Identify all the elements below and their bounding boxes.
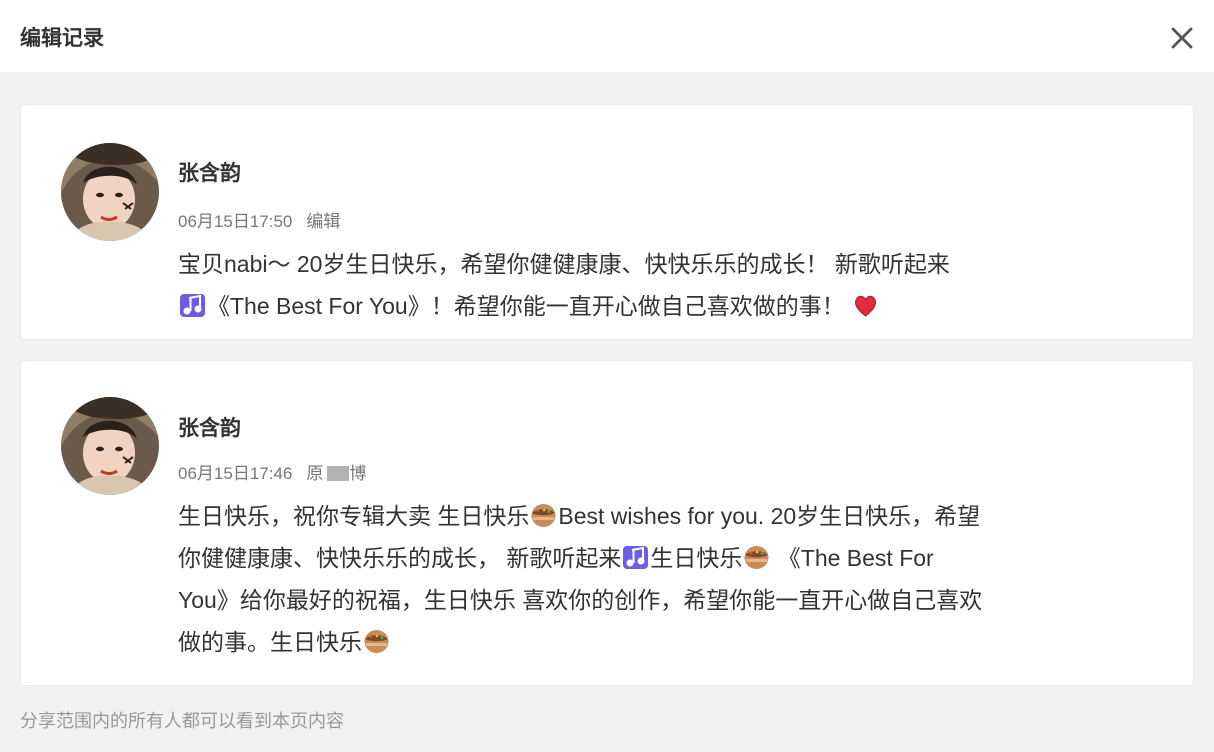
record-time: 06月15日17:50 <box>178 212 293 231</box>
record-tag: 编辑 <box>306 212 341 231</box>
record-tag-tail: 博 <box>349 464 367 483</box>
content-line: You》给你最好的祝福，生日快乐 喜欢你的创作，希望你能一直开心做自己喜欢 <box>178 587 983 613</box>
record-time: 06月15日17:46 <box>178 464 293 483</box>
content-line: 生日快乐，祝你专辑大卖 生日快乐 Best wishes for you. 20岁… <box>178 495 1168 537</box>
author-name[interactable]: 张含韵 <box>178 412 241 442</box>
post-content: 生日快乐，祝你专辑大卖 生日快乐 Best wishes for you. 20岁… <box>178 495 1168 663</box>
content-line: 宝贝nabi～ 20岁生日快乐，希望你健健康康、快快乐乐的成长！ 新歌听起来 <box>178 251 950 277</box>
content-text: 做的事。生日快乐 <box>178 629 362 655</box>
author-name[interactable]: 张含韵 <box>178 157 241 187</box>
content-text: 《The Best For <box>771 545 934 571</box>
record-meta: 06月15日17:50 编辑 <box>178 207 340 232</box>
redaction-mark <box>327 466 350 481</box>
record-meta: 06月15日17:46 原 博 <box>178 459 366 484</box>
cake-icon <box>363 628 390 655</box>
music-icon <box>622 544 649 571</box>
close-icon[interactable] <box>1168 24 1196 52</box>
share-scope-note: 分享范围内的所有人都可以看到本页内容 <box>20 711 344 732</box>
dialog-header: 编辑记录 <box>0 0 1214 72</box>
music-icon <box>179 292 206 319</box>
edit-record-card: 张含韵 06月15日17:46 原 博 生日快乐，祝你专辑大卖 生日快乐 Best w… <box>21 361 1193 685</box>
cake-icon <box>530 502 557 529</box>
dialog-title: 编辑记录 <box>20 26 104 50</box>
content-line: 《The Best For You》！希望你能一直开心做自己喜欢做的事！ <box>178 285 1168 327</box>
content-line: 做的事。生日快乐 <box>178 621 1168 663</box>
content-text: 生日快乐，祝你专辑大卖 生日快乐 <box>178 503 530 529</box>
cake-icon <box>743 544 770 571</box>
avatar[interactable] <box>61 143 159 241</box>
content-text: 《The Best For You》！希望你能一直开心做自己喜欢做的事！ <box>207 293 845 319</box>
content-line: 你健健康康、快快乐乐的成长， 新歌听起来 生日快乐 《The Best For <box>178 537 1168 579</box>
content-text: 生日快乐 <box>650 545 743 571</box>
edit-record-card: 张含韵 06月15日17:50 编辑 宝贝nabi～ 20岁生日快乐，希望你健健康… <box>21 105 1193 339</box>
heart-icon <box>852 292 879 319</box>
record-tag: 原 <box>306 464 324 483</box>
content-text: Best wishes for you. 20岁生日快乐，希望 <box>558 503 981 529</box>
post-content: 宝贝nabi～ 20岁生日快乐，希望你健健康康、快快乐乐的成长！ 新歌听起来 《… <box>178 243 1168 327</box>
edit-history-dialog: 编辑记录 张含韵 06月15日17:50 编辑 宝贝nabi～ 20岁生日快乐，希… <box>0 0 1214 752</box>
avatar[interactable] <box>61 397 159 495</box>
content-text: 你健健康康、快快乐乐的成长， 新歌听起来 <box>178 545 622 571</box>
